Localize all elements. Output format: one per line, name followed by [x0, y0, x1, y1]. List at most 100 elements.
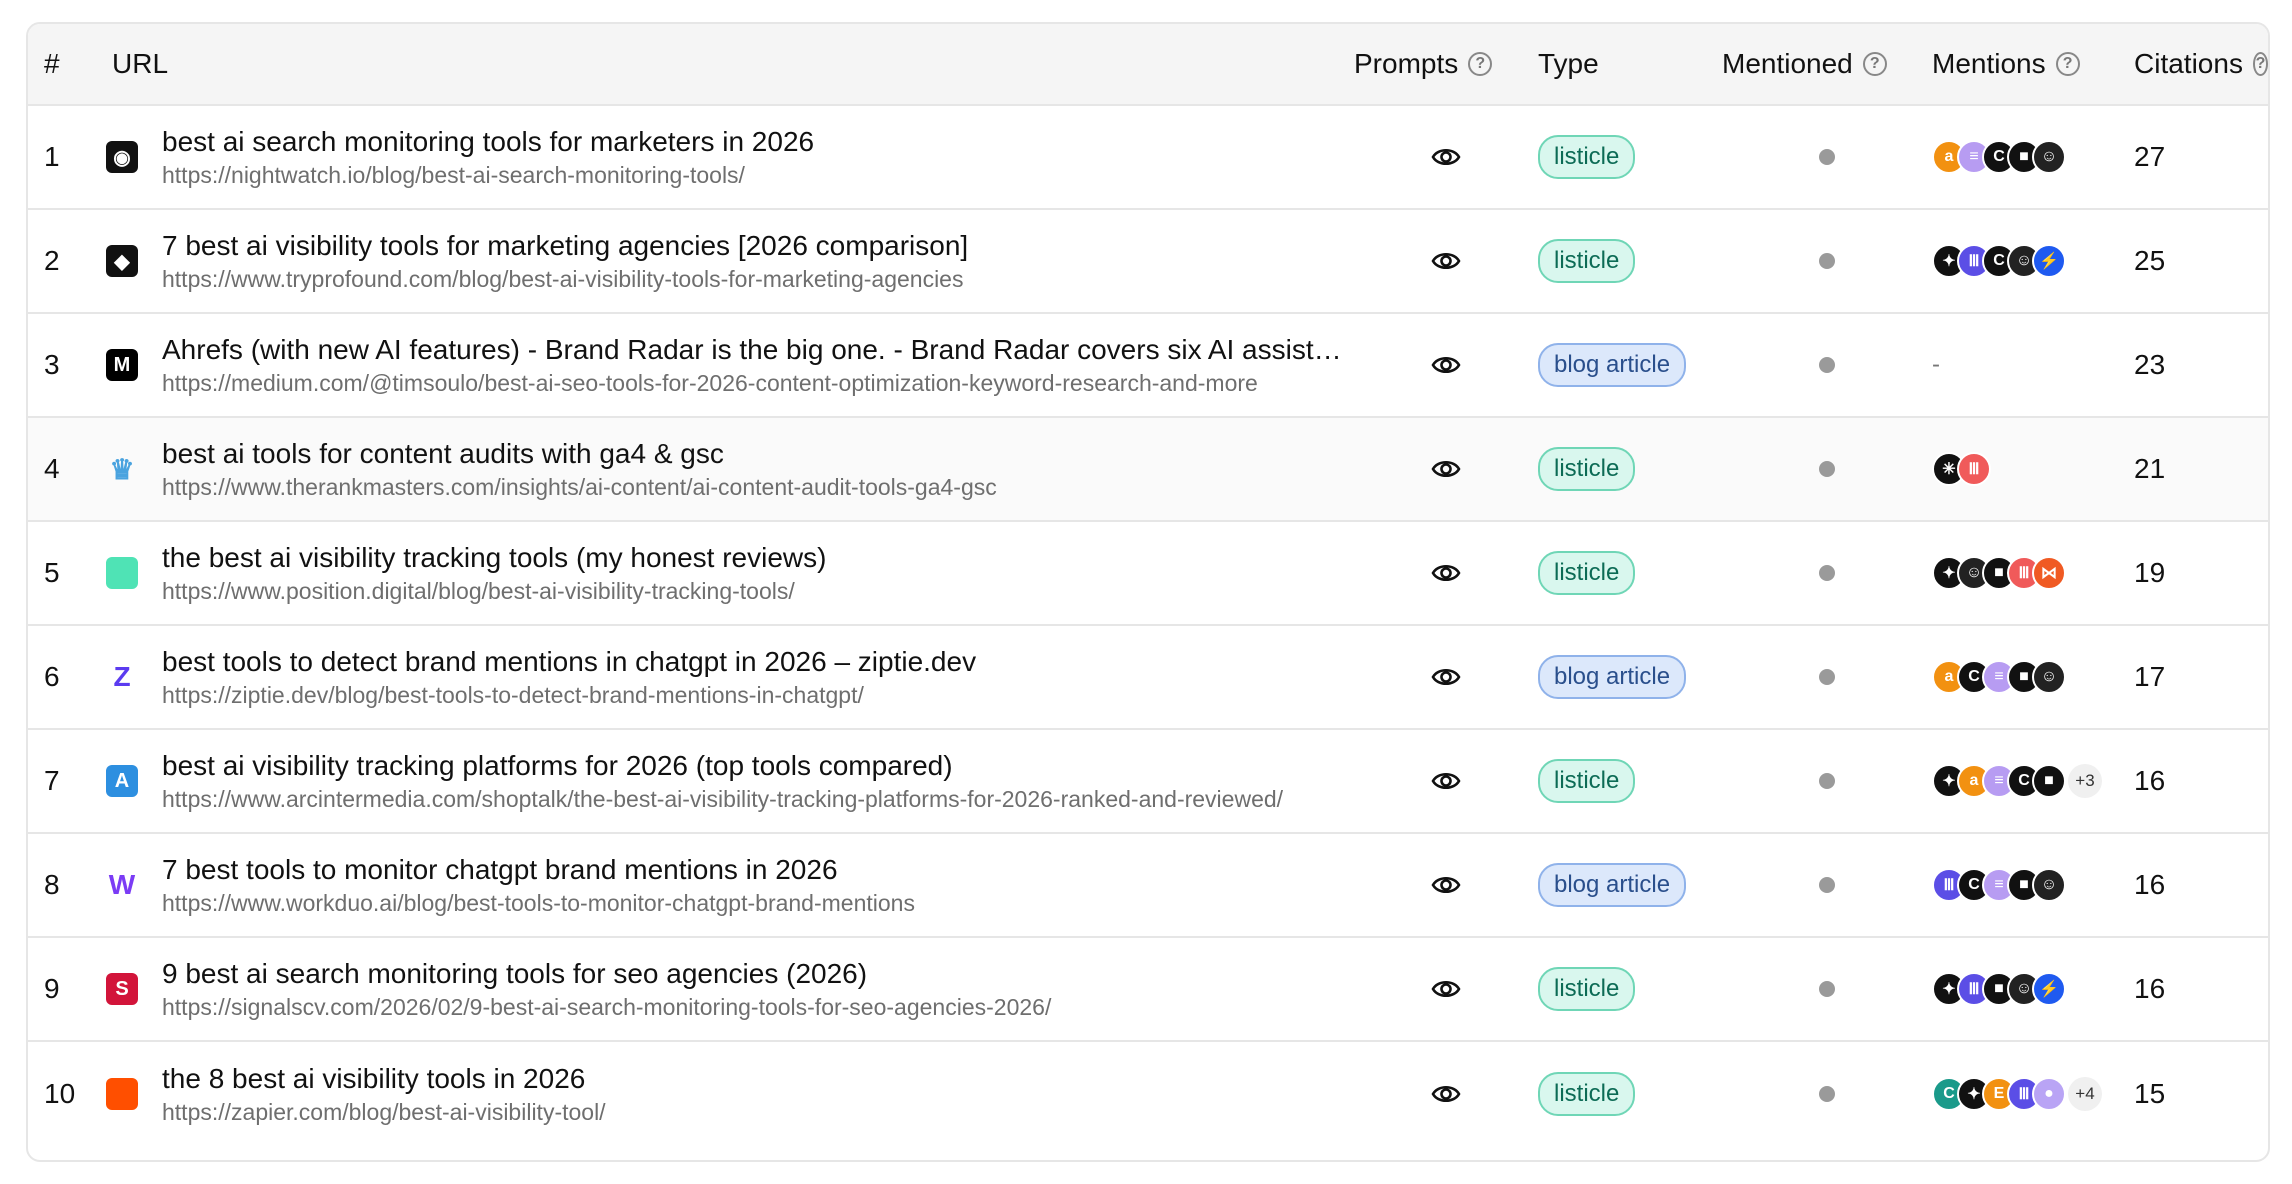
mentions-cell[interactable]: Ⅲ C ≡ ■ ☺: [1932, 868, 2128, 902]
page-title[interactable]: 9 best ai search monitoring tools for se…: [162, 956, 1352, 992]
eye-icon[interactable]: [1431, 458, 1461, 480]
url-cell[interactable]: ♛ best ai tools for content audits with …: [90, 436, 1354, 502]
page-url[interactable]: https://signalscv.com/2026/02/9-best-ai-…: [162, 992, 1352, 1022]
prompts-cell: [1354, 354, 1538, 376]
type-badge: listicle: [1538, 447, 1636, 491]
table-row[interactable]: 6 Z best tools to detect brand mentions …: [28, 626, 2268, 730]
eye-icon[interactable]: [1431, 250, 1461, 272]
lilac-bubble-brand-icon[interactable]: ●: [2032, 1077, 2066, 1111]
url-cell[interactable]: the 8 best ai visibility tools in 2026 h…: [90, 1061, 1354, 1127]
eye-icon[interactable]: [1431, 562, 1461, 584]
help-icon[interactable]: ?: [2252, 52, 2268, 76]
page-title[interactable]: best ai visibility tracking platforms fo…: [162, 748, 1352, 784]
more-mentions-badge[interactable]: +3: [2068, 764, 2102, 798]
table-row[interactable]: 10 the 8 best ai visibility tools in 202…: [28, 1042, 2268, 1146]
prompts-cell: [1354, 770, 1538, 792]
type-badge: listicle: [1538, 1072, 1636, 1116]
table-row[interactable]: 2 ◆ 7 best ai visibility tools for marke…: [28, 210, 2268, 314]
eye-icon[interactable]: [1431, 354, 1461, 376]
url-cell[interactable]: S 9 best ai search monitoring tools for …: [90, 956, 1354, 1022]
table-row[interactable]: 4 ♛ best ai tools for content audits wit…: [28, 418, 2268, 522]
orange-bowtie-brand-icon[interactable]: ⋈: [2032, 556, 2066, 590]
table-row[interactable]: 3 M Ahrefs (with new AI features) - Bran…: [28, 314, 2268, 418]
row-number: 5: [44, 557, 60, 588]
col-type[interactable]: Type: [1538, 48, 1722, 80]
mentions-cell[interactable]: ✳ Ⅲ: [1932, 452, 2128, 486]
mentions-cell[interactable]: ✦ ☺ ■ Ⅲ ⋈: [1932, 556, 2128, 590]
page-url[interactable]: https://www.tryprofound.com/blog/best-ai…: [162, 264, 1352, 294]
url-cell[interactable]: A best ai visibility tracking platforms …: [90, 748, 1354, 814]
table-row[interactable]: 1 ◉ best ai search monitoring tools for …: [28, 106, 2268, 210]
help-icon[interactable]: ?: [2055, 52, 2080, 76]
page-title[interactable]: best tools to detect brand mentions in c…: [162, 644, 1352, 680]
url-cell[interactable]: W 7 best tools to monitor chatgpt brand …: [90, 852, 1354, 918]
page-url[interactable]: https://ziptie.dev/blog/best-tools-to-de…: [162, 680, 1352, 710]
eye-icon[interactable]: [1431, 666, 1461, 688]
col-citations[interactable]: Citations ?: [2128, 48, 2268, 80]
page-url[interactable]: https://www.arcintermedia.com/shoptalk/t…: [162, 784, 1352, 814]
page-title[interactable]: best ai tools for content audits with ga…: [162, 436, 1352, 472]
page-title[interactable]: best ai search monitoring tools for mark…: [162, 124, 1352, 160]
table-row[interactable]: 7 A best ai visibility tracking platform…: [28, 730, 2268, 834]
page-url[interactable]: https://www.workduo.ai/blog/best-tools-t…: [162, 888, 1352, 918]
black-square-brand-icon[interactable]: ■: [2032, 764, 2066, 798]
mentions-cell[interactable]: -: [1932, 351, 2128, 379]
row-number: 8: [44, 869, 60, 900]
page-title[interactable]: 7 best tools to monitor chatgpt brand me…: [162, 852, 1352, 888]
prompts-cell: [1354, 874, 1538, 896]
url-cell[interactable]: ◉ best ai search monitoring tools for ma…: [90, 124, 1354, 190]
col-prompts-label: Prompts: [1354, 48, 1459, 79]
page-url[interactable]: https://nightwatch.io/blog/best-ai-searc…: [162, 160, 1352, 190]
url-cell[interactable]: ◆ 7 best ai visibility tools for marketi…: [90, 228, 1354, 294]
page-title[interactable]: the best ai visibility tracking tools (m…: [162, 540, 1352, 576]
eye-icon[interactable]: [1431, 146, 1461, 168]
col-url[interactable]: URL: [90, 48, 1354, 80]
blue-bolt-brand-icon[interactable]: ⚡: [2032, 972, 2066, 1006]
mentioned-dot-icon: [1819, 1086, 1835, 1102]
col-mentions[interactable]: Mentions ?: [1932, 48, 2128, 80]
mentions-cell[interactable]: a C ≡ ■ ☺: [1932, 660, 2128, 694]
page-title[interactable]: 7 best ai visibility tools for marketing…: [162, 228, 1352, 264]
eye-icon[interactable]: [1431, 978, 1461, 1000]
red-columns-brand-icon[interactable]: Ⅲ: [1957, 452, 1991, 486]
row-number: 1: [44, 141, 60, 172]
help-icon[interactable]: ?: [1468, 52, 1493, 76]
mentions-icons: a ≡ C ■ ☺: [1932, 140, 2066, 174]
mono-face-brand-icon[interactable]: ☺: [2032, 868, 2066, 902]
page-url[interactable]: https://medium.com/@timsoulo/best-ai-seo…: [162, 368, 1352, 398]
mentions-cell[interactable]: a ≡ C ■ ☺: [1932, 140, 2128, 174]
col-prompts[interactable]: Prompts ?: [1354, 48, 1538, 80]
type-badge: blog article: [1538, 655, 1687, 699]
zapier-square-icon: [106, 1078, 138, 1110]
mentions-cell[interactable]: C ✦ E Ⅲ ● +4: [1932, 1077, 2128, 1111]
table-row[interactable]: 8 W 7 best tools to monitor chatgpt bran…: [28, 834, 2268, 938]
mentions-icons: a C ≡ ■ ☺: [1932, 660, 2066, 694]
col-mentioned[interactable]: Mentioned ?: [1722, 48, 1932, 80]
table-row[interactable]: 5 the best ai visibility tracking tools …: [28, 522, 2268, 626]
mint-square-icon: [106, 557, 138, 589]
mono-face-brand-icon[interactable]: ☺: [2032, 140, 2066, 174]
table-row[interactable]: 9 S 9 best ai search monitoring tools fo…: [28, 938, 2268, 1042]
page-url[interactable]: https://zapier.com/blog/best-ai-visibili…: [162, 1097, 1352, 1127]
mono-face-brand-icon[interactable]: ☺: [2032, 660, 2066, 694]
eye-icon[interactable]: [1431, 874, 1461, 896]
blue-bolt-brand-icon[interactable]: ⚡: [2032, 244, 2066, 278]
more-mentions-badge[interactable]: +4: [2068, 1077, 2102, 1111]
eye-icon[interactable]: [1431, 770, 1461, 792]
mentions-cell[interactable]: ✦ Ⅲ C ☺ ⚡: [1932, 244, 2128, 278]
row-number: 4: [44, 453, 60, 484]
url-cell[interactable]: M Ahrefs (with new AI features) - Brand …: [90, 332, 1354, 398]
prompts-cell: [1354, 1083, 1538, 1105]
url-cell[interactable]: Z best tools to detect brand mentions in…: [90, 644, 1354, 710]
col-url-label: URL: [112, 48, 169, 79]
page-title[interactable]: the 8 best ai visibility tools in 2026: [162, 1061, 1352, 1097]
page-url[interactable]: https://www.therankmasters.com/insights/…: [162, 472, 1352, 502]
page-title[interactable]: Ahrefs (with new AI features) - Brand Ra…: [162, 332, 1352, 368]
url-cell[interactable]: the best ai visibility tracking tools (m…: [90, 540, 1354, 606]
prompts-cell: [1354, 666, 1538, 688]
mentions-cell[interactable]: ✦ Ⅲ ■ ☺ ⚡: [1932, 972, 2128, 1006]
help-icon[interactable]: ?: [1862, 52, 1887, 76]
page-url[interactable]: https://www.position.digital/blog/best-a…: [162, 576, 1352, 606]
mentions-cell[interactable]: ✦ a ≡ C ■ +3: [1932, 764, 2128, 798]
eye-icon[interactable]: [1431, 1083, 1461, 1105]
